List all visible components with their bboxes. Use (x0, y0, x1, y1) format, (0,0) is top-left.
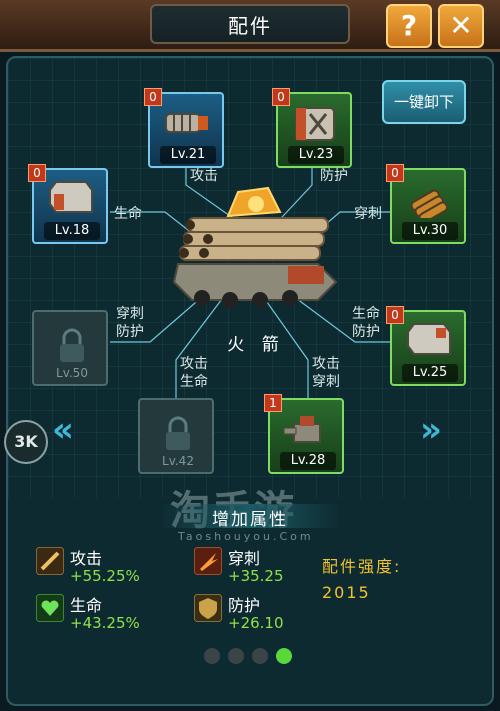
slot-level: Lv.18 (44, 222, 100, 240)
label-pierce: 穿刺 (354, 206, 382, 222)
slot-badge: 0 (144, 88, 162, 106)
label-health-defense-2: 防护 (352, 324, 380, 340)
slot-badge: 0 (272, 88, 290, 106)
slot-level: Lv.21 (160, 146, 216, 164)
label-defense: 防护 (320, 168, 348, 184)
next-page-arrow[interactable]: » (420, 410, 442, 450)
attribute-name: 穿刺 (228, 549, 261, 568)
shells-icon (410, 189, 449, 218)
side-logo[interactable]: 3K (4, 420, 48, 464)
rocket-launcher-vehicle-icon (172, 186, 338, 308)
slot-level: Lv.23 (288, 146, 344, 164)
label-attack-health-2: 生命 (180, 374, 208, 390)
lock-icon (166, 416, 190, 450)
slot-level: Lv.42 (162, 454, 194, 468)
slot-level: Lv.25 (402, 364, 458, 382)
attribute-name: 生命 (70, 596, 103, 615)
page-dot-active[interactable] (276, 648, 292, 664)
attribute-defense: 防护 +26.10 (194, 592, 314, 638)
label-attack-pierce-1: 攻击 (312, 356, 340, 372)
slot-pierce-defense[interactable]: Lv.50 (32, 310, 108, 386)
slot-health[interactable]: 0 Lv.18 (28, 164, 108, 244)
turret-icon (283, 416, 321, 443)
prev-page-arrow[interactable]: « (52, 410, 74, 450)
page-dot[interactable] (252, 648, 268, 664)
label-health-defense-1: 生命 (352, 306, 380, 322)
page-dot[interactable] (228, 648, 244, 664)
attribute-value: +55.25% (70, 567, 140, 585)
pierce-icon (194, 547, 222, 575)
slot-pierce[interactable]: 0 Lv.30 (386, 164, 466, 244)
slot-attack-pierce[interactable]: 1 Lv.28 (264, 394, 344, 474)
slot-badge: 1 (264, 394, 282, 412)
attribute-attack: 攻击 +55.25% (36, 545, 176, 591)
vehicle-name: 火 箭 (227, 335, 285, 355)
attribute-name: 防护 (228, 596, 261, 615)
attribute-value: +35.25 (228, 567, 284, 585)
metal-plate-icon (49, 181, 93, 213)
defense-icon (194, 594, 222, 622)
cylinder-part-icon (165, 113, 208, 133)
attribute-name: 攻击 (70, 549, 103, 568)
strength-value: 2015 (322, 583, 371, 602)
slot-badge: 0 (386, 164, 404, 182)
label-health: 生命 (114, 206, 142, 222)
label-attack: 攻击 (190, 168, 218, 184)
page-dot[interactable] (204, 648, 220, 664)
attribute-health: 生命 +43.25% (36, 592, 176, 638)
attribute-value: +26.10 (228, 614, 284, 632)
health-icon (36, 594, 64, 622)
slot-badge: 0 (386, 306, 404, 324)
attributes-title: 增加属性 (212, 510, 288, 530)
armor-crate-icon (295, 107, 335, 141)
metal-plate-icon (407, 323, 451, 355)
slot-attack-health[interactable]: Lv.42 (138, 398, 214, 474)
slot-badge: 0 (28, 164, 46, 182)
slot-health-defense[interactable]: 0 Lv.25 (386, 306, 466, 386)
strength-label: 配件强度: (322, 557, 402, 576)
attribute-pierce: 穿刺 +35.25 (194, 545, 314, 591)
slot-level: Lv.28 (280, 452, 336, 470)
label-attack-pierce-2: 穿刺 (312, 374, 340, 390)
attack-icon (36, 547, 64, 575)
page-indicator (204, 648, 294, 666)
slot-defense[interactable]: 0 Lv.23 (272, 88, 352, 168)
lock-icon (60, 328, 84, 362)
attribute-value: +43.25% (70, 614, 140, 632)
slot-level: Lv.50 (56, 366, 88, 380)
label-pierce-defense-1: 穿刺 (116, 306, 144, 322)
label-attack-health-1: 攻击 (180, 356, 208, 372)
slot-attack[interactable]: 0 Lv.21 (144, 88, 224, 168)
slot-level: Lv.30 (402, 222, 458, 240)
attributes-banner: 增加属性 (30, 500, 470, 532)
label-pierce-defense-2: 防护 (116, 324, 144, 340)
